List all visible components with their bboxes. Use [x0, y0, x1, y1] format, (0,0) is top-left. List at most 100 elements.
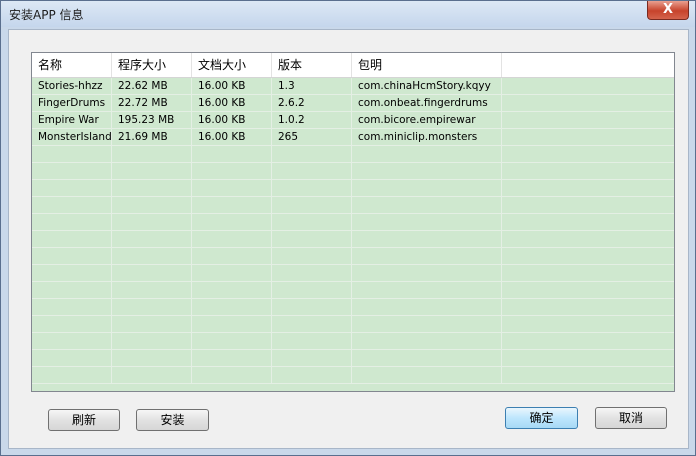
install-app-info-window: 安装APP 信息 X 名称 程序大小 文档大小 版本 包明 Stories-hh… — [0, 0, 696, 456]
list-item[interactable] — [32, 299, 674, 316]
cell-name — [32, 163, 112, 180]
cell-document-size — [192, 265, 272, 282]
cell-package — [352, 163, 502, 180]
list-item[interactable]: Empire War 195.23 MB 16.00 KB 1.0.2 com.bico… — [32, 112, 674, 129]
cell-name: Stories-hhzz — [32, 78, 112, 95]
cell-name: FingerDrums — [32, 95, 112, 112]
app-list[interactable]: 名称 程序大小 文档大小 版本 包明 Stories-hhzz 22.62 MB 1… — [31, 52, 675, 392]
list-item[interactable] — [32, 180, 674, 197]
cell-name: MonsterIsland — [32, 129, 112, 146]
cell-name — [32, 248, 112, 265]
list-item[interactable]: MonsterIsland 21.69 MB 16.00 KB 265 com.mini… — [32, 129, 674, 146]
column-header-empty[interactable] — [502, 53, 674, 77]
list-item[interactable] — [32, 214, 674, 231]
cell-version — [272, 214, 352, 231]
cell-document-size — [192, 146, 272, 163]
list-item[interactable] — [32, 333, 674, 350]
cell-document-size — [192, 180, 272, 197]
cell-version — [272, 146, 352, 163]
cell-document-size — [192, 367, 272, 384]
refresh-button[interactable]: 刷新 — [48, 409, 120, 431]
list-item[interactable] — [32, 282, 674, 299]
cell-name — [32, 333, 112, 350]
cell-program-size — [112, 350, 192, 367]
cell-document-size — [192, 299, 272, 316]
cell-program-size: 22.62 MB — [112, 78, 192, 95]
cell-extra — [502, 265, 674, 282]
cell-version: 265 — [272, 129, 352, 146]
column-header-program-size[interactable]: 程序大小 — [112, 53, 192, 77]
cell-package: com.chinaHcmStory.kqyy — [352, 78, 502, 95]
cell-program-size — [112, 180, 192, 197]
cell-package: com.onbeat.fingerdrums — [352, 95, 502, 112]
cell-document-size — [192, 333, 272, 350]
cell-name — [32, 146, 112, 163]
cell-program-size — [112, 214, 192, 231]
cell-extra — [502, 163, 674, 180]
column-header-document-size[interactable]: 文档大小 — [192, 53, 272, 77]
cell-name: Empire War — [32, 112, 112, 129]
cell-document-size: 16.00 KB — [192, 112, 272, 129]
cell-extra — [502, 214, 674, 231]
column-header-name[interactable]: 名称 — [32, 53, 112, 77]
list-header: 名称 程序大小 文档大小 版本 包明 — [32, 53, 674, 78]
cell-program-size — [112, 197, 192, 214]
cell-version — [272, 316, 352, 333]
cell-package — [352, 367, 502, 384]
cell-package — [352, 316, 502, 333]
cell-package — [352, 231, 502, 248]
install-button[interactable]: 安装 — [136, 409, 209, 431]
list-item[interactable] — [32, 146, 674, 163]
cell-name — [32, 316, 112, 333]
list-item[interactable] — [32, 350, 674, 367]
list-item[interactable]: Stories-hhzz 22.62 MB 16.00 KB 1.3 com.china… — [32, 78, 674, 95]
cell-package — [352, 197, 502, 214]
cell-version — [272, 299, 352, 316]
cell-package: com.bicore.empirewar — [352, 112, 502, 129]
cell-package: com.miniclip.monsters — [352, 129, 502, 146]
cell-document-size: 16.00 KB — [192, 129, 272, 146]
cell-document-size — [192, 231, 272, 248]
list-item[interactable] — [32, 316, 674, 333]
cell-package — [352, 146, 502, 163]
cell-version — [272, 163, 352, 180]
cell-program-size — [112, 316, 192, 333]
cell-version — [272, 333, 352, 350]
cancel-button[interactable]: 取消 — [595, 407, 667, 429]
cell-package — [352, 350, 502, 367]
cell-program-size — [112, 231, 192, 248]
list-item[interactable]: FingerDrums 22.72 MB 16.00 KB 2.6.2 com.onbe… — [32, 95, 674, 112]
cell-version: 1.0.2 — [272, 112, 352, 129]
cell-extra — [502, 316, 674, 333]
cell-name — [32, 350, 112, 367]
column-header-package[interactable]: 包明 — [352, 53, 502, 77]
list-item[interactable] — [32, 163, 674, 180]
cell-extra — [502, 146, 674, 163]
ok-button[interactable]: 确定 — [505, 407, 578, 429]
window-title: 安装APP 信息 — [9, 8, 84, 22]
cell-program-size: 21.69 MB — [112, 129, 192, 146]
cell-extra — [502, 299, 674, 316]
list-item[interactable] — [32, 367, 674, 384]
cell-document-size: 16.00 KB — [192, 78, 272, 95]
cell-package — [352, 265, 502, 282]
cell-version — [272, 367, 352, 384]
cell-extra — [502, 231, 674, 248]
cell-extra — [502, 197, 674, 214]
list-item[interactable] — [32, 265, 674, 282]
list-item[interactable] — [32, 248, 674, 265]
cell-document-size — [192, 248, 272, 265]
cell-program-size — [112, 367, 192, 384]
cell-program-size — [112, 282, 192, 299]
close-button[interactable]: X — [647, 1, 689, 20]
list-item[interactable] — [32, 197, 674, 214]
list-item[interactable] — [32, 231, 674, 248]
cell-version — [272, 180, 352, 197]
column-header-version[interactable]: 版本 — [272, 53, 352, 77]
cell-extra — [502, 282, 674, 299]
cell-document-size — [192, 350, 272, 367]
cell-version — [272, 197, 352, 214]
title-bar[interactable]: 安装APP 信息 X — [1, 1, 695, 27]
cell-document-size — [192, 197, 272, 214]
dialog-body: 名称 程序大小 文档大小 版本 包明 Stories-hhzz 22.62 MB 1… — [8, 29, 689, 449]
